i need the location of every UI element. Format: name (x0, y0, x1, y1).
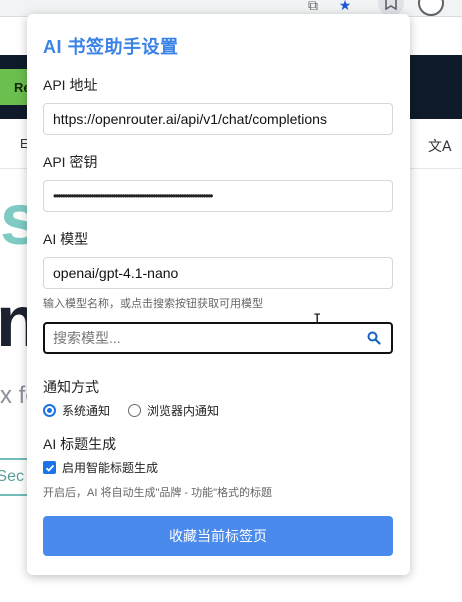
notify-option-browser[interactable]: 浏览器内通知 (128, 402, 219, 419)
save-tab-button[interactable]: 收藏当前标签页 (43, 516, 393, 556)
notify-options: 系统通知 浏览器内通知 (43, 402, 393, 419)
title-gen-checkbox-label: 启用智能标题生成 (62, 461, 159, 475)
notify-option-system[interactable]: 系统通知 (43, 402, 110, 419)
radio-checked[interactable] (43, 404, 56, 417)
model-search-placeholder: 搜索模型... (53, 330, 121, 346)
api-url-label: API 地址 (43, 77, 98, 93)
settings-popup: AI 书签助手设置 API 地址 https://openrouter.ai/a… (27, 14, 410, 575)
popup-title: AI 书签助手设置 (43, 37, 179, 57)
model-label: AI 模型 (43, 231, 89, 247)
title-gen-option[interactable]: 启用智能标题生成 (43, 459, 393, 476)
radio-unchecked[interactable] (128, 404, 142, 417)
profile-icon[interactable] (418, 0, 444, 16)
model-hint: 输入模型名称，或点击搜索按钮获取可用模型 (43, 298, 263, 310)
check-icon (45, 464, 54, 472)
api-url-input[interactable]: https://openrouter.ai/api/v1/chat/comple… (43, 103, 393, 135)
search-icon[interactable] (367, 331, 381, 345)
translate-icon[interactable]: 文A (428, 136, 452, 156)
notify-option-label: 浏览器内通知 (147, 404, 220, 418)
model-input[interactable]: openai/gpt-4.1-nano (43, 257, 393, 289)
title-gen-label: AI 标题生成 (43, 436, 117, 452)
api-key-label: API 密钥 (43, 154, 98, 170)
checkbox-checked[interactable] (43, 461, 56, 474)
text-cursor-icon: I (313, 312, 322, 328)
notify-option-label: 系统通知 (62, 404, 111, 418)
title-gen-hint: 开启后，AI 将自动生成"品牌 - 功能"格式的标题 (43, 487, 273, 499)
notify-label: 通知方式 (43, 379, 99, 395)
api-key-input[interactable]: ••••••••••••••••••••••••••••••••••••••••… (43, 180, 393, 212)
model-search-input[interactable]: 搜索模型... (43, 322, 393, 354)
